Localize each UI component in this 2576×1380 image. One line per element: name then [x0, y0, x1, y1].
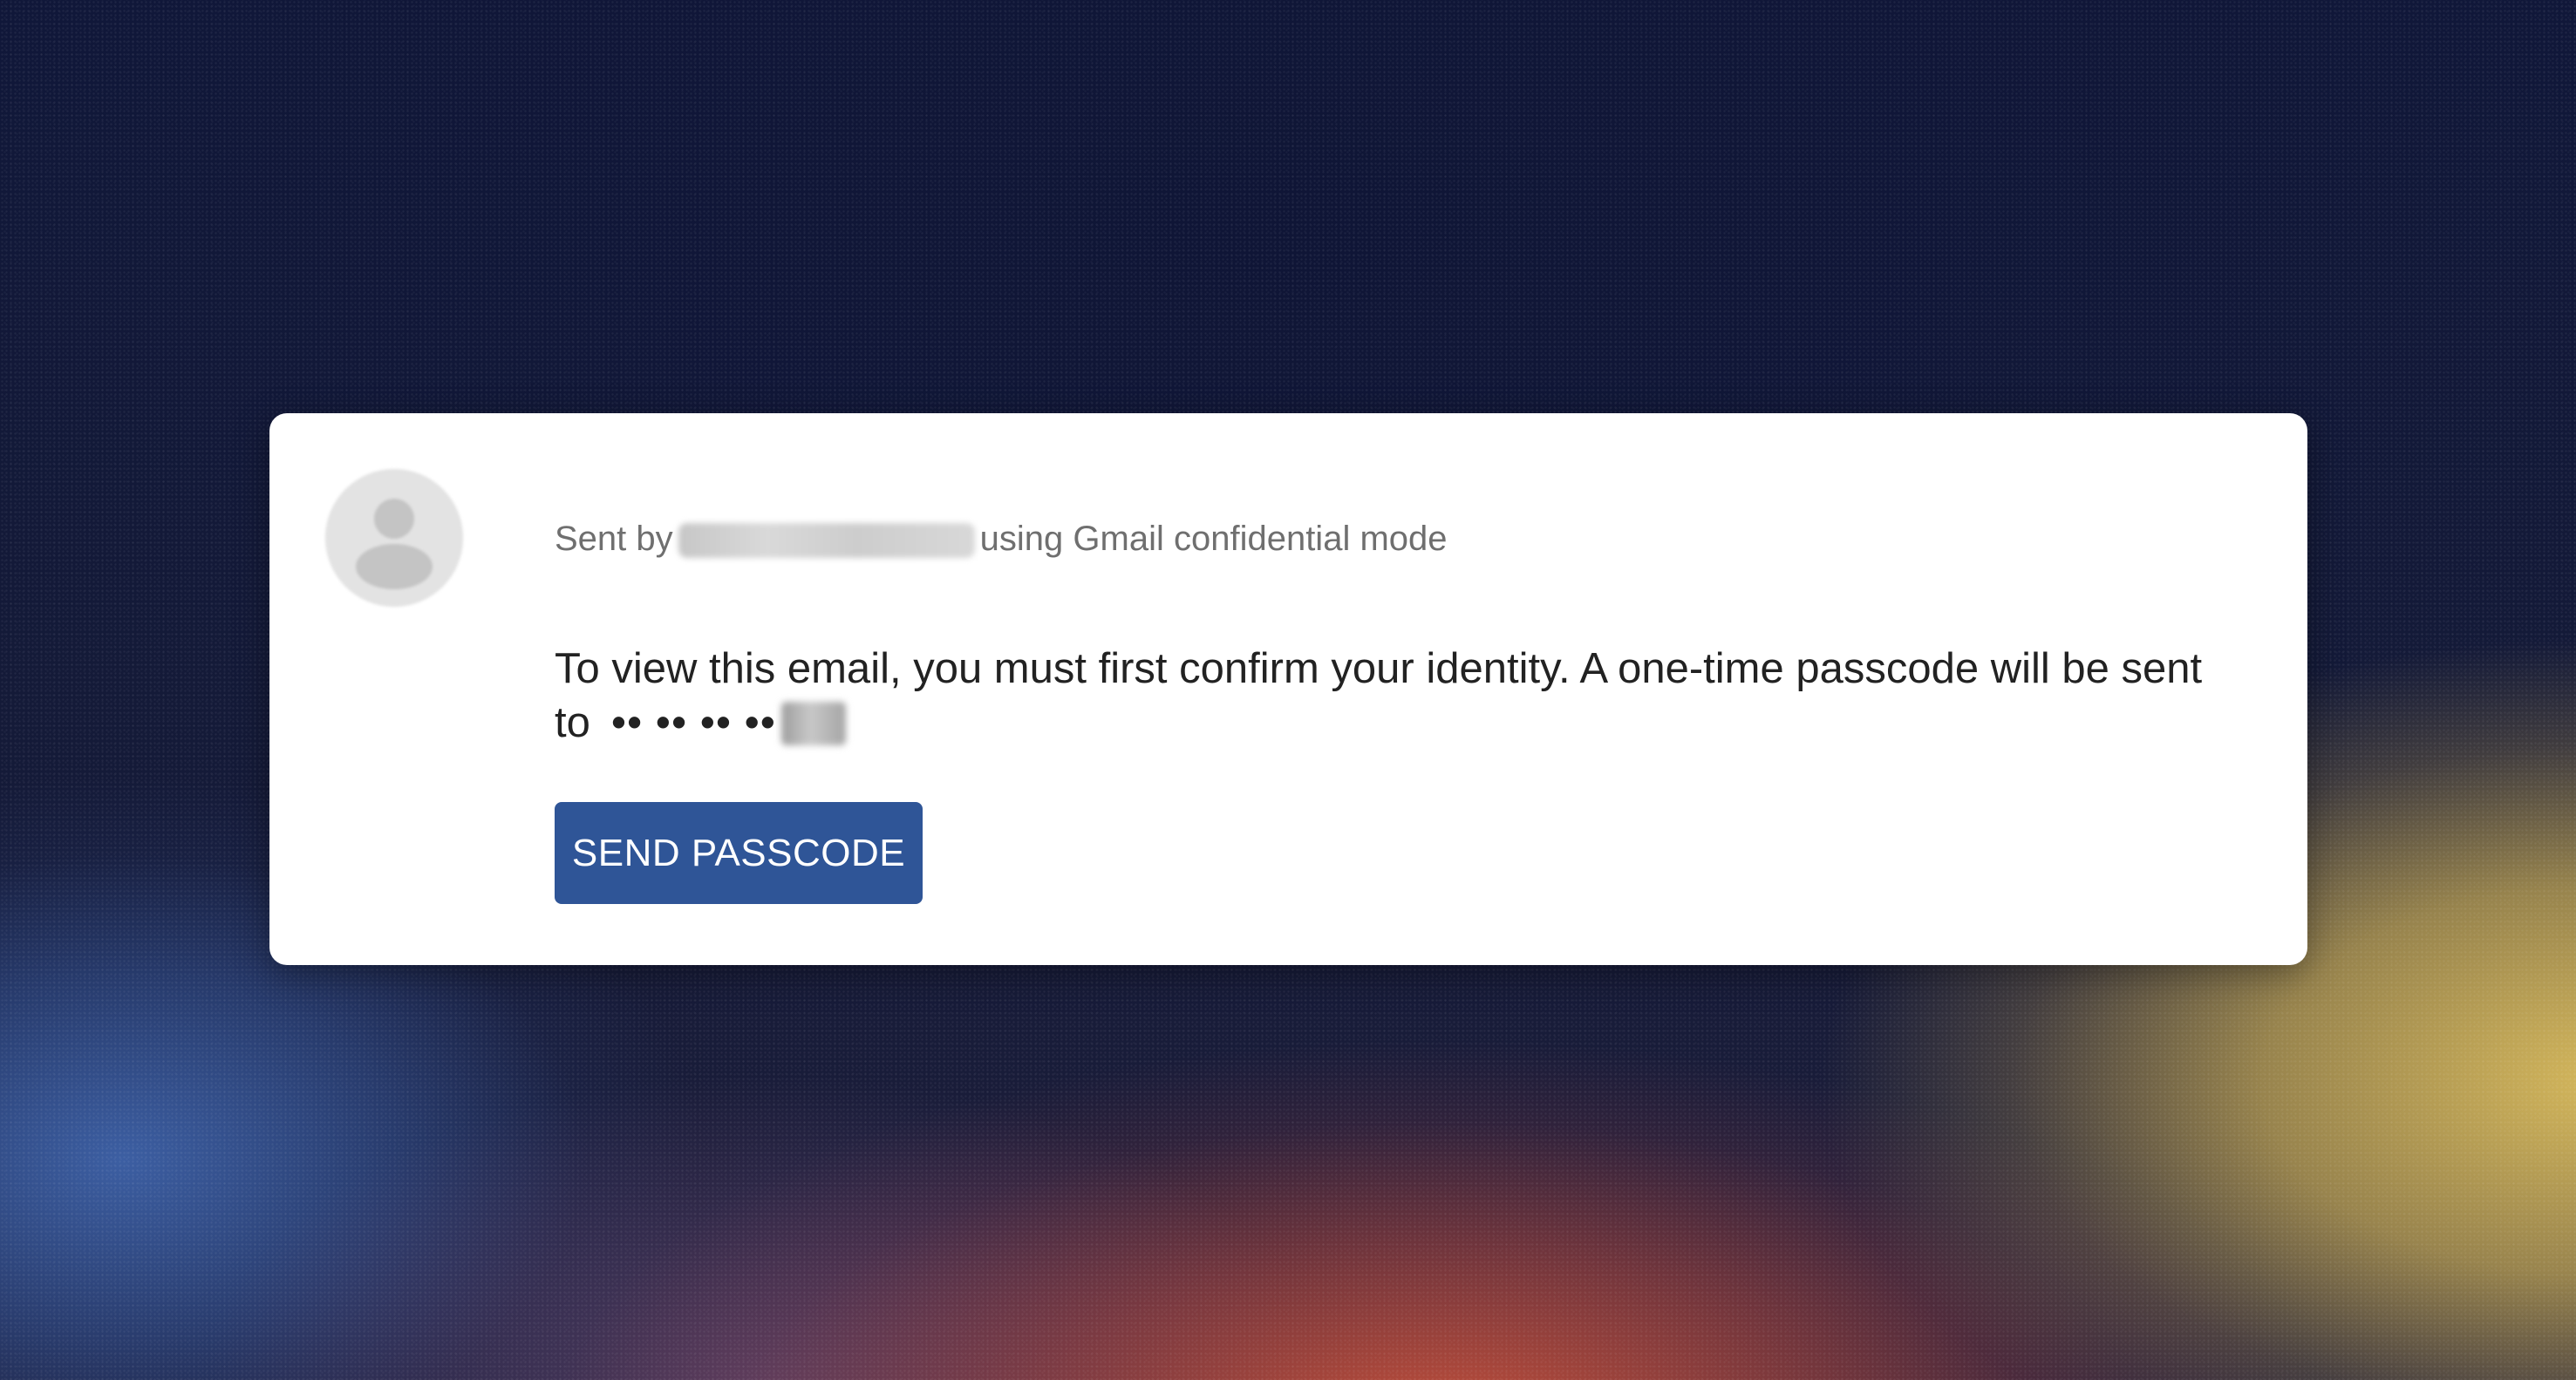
person-placeholder-icon: [325, 469, 463, 607]
identity-message: To view this email, you must first confi…: [555, 642, 2281, 750]
redacted-phone-digits: [780, 702, 846, 745]
confidential-mode-card: Sent by using Gmail confidential mode To …: [269, 413, 2307, 965]
masked-phone-number: •• •• •• ••: [610, 699, 776, 746]
redacted-sender-email: [678, 523, 975, 558]
send-passcode-button[interactable]: SEND PASSCODE: [555, 802, 923, 904]
sender-line: Sent by using Gmail confidential mode: [555, 521, 1448, 558]
sender-suffix: using Gmail confidential mode: [979, 520, 1448, 558]
sender-prefix: Sent by: [555, 520, 673, 558]
